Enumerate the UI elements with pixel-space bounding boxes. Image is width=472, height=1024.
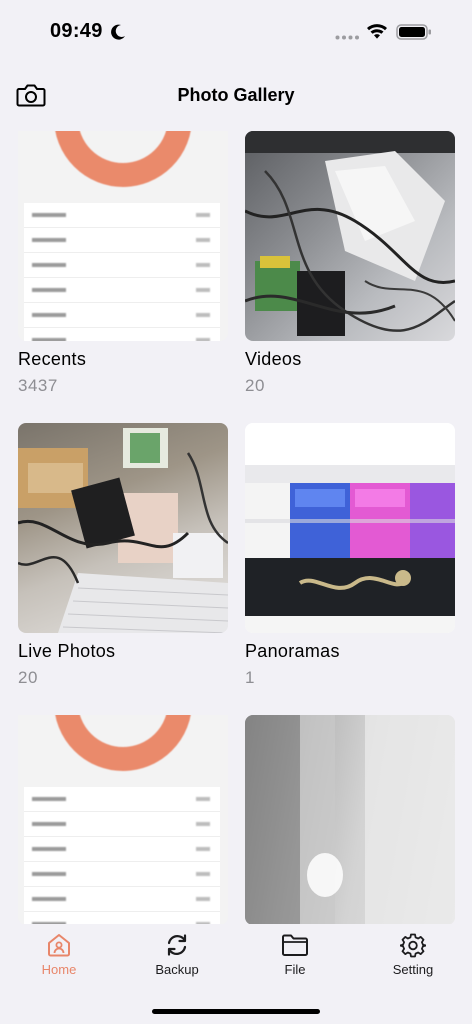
signal-dots-icon [335, 35, 359, 40]
sync-icon [167, 934, 187, 956]
album-title: Videos [245, 349, 302, 369]
album-title: Live Photos [18, 641, 116, 661]
album-photo[interactable] [245, 715, 455, 925]
album-count: 20 [245, 376, 265, 395]
desk-photo [18, 428, 228, 633]
album-count: 3437 [18, 376, 58, 395]
gear-icon [400, 933, 426, 958]
album-thumbnail [245, 131, 455, 341]
album-thumbnail [18, 423, 228, 633]
moon-icon [111, 24, 125, 40]
battery-icon [396, 24, 431, 40]
album-title: Recents [18, 349, 87, 369]
wifi-icon [367, 24, 387, 39]
header: Photo Gallery [0, 72, 472, 122]
tab-backup[interactable]: Backup [118, 932, 236, 988]
tab-label: Home [41, 962, 77, 977]
cables-photo [245, 131, 455, 336]
album-count: 1 [245, 668, 255, 687]
status-bar: 09:49 [0, 0, 472, 64]
album-title: Panoramas [245, 641, 340, 661]
tab-setting[interactable]: Setting [354, 932, 472, 988]
settings-list-image [24, 203, 220, 341]
album-thumbnail [245, 423, 455, 633]
home-icon [48, 934, 70, 957]
album-live-photos[interactable]: Live Photos 20 [18, 423, 228, 688]
album-recents[interactable]: Recents 3437 [18, 131, 228, 396]
tab-home[interactable]: Home [0, 932, 118, 988]
folder-icon [282, 934, 308, 956]
home-indicator [152, 1009, 320, 1014]
album-videos[interactable]: Videos 20 [245, 131, 455, 396]
tab-label: File [284, 962, 306, 977]
donut-chart-image [54, 131, 192, 187]
album-panoramas[interactable]: Panoramas 1 [245, 423, 455, 688]
blurry-photo [245, 715, 455, 925]
status-time: 09:49 [50, 20, 103, 42]
album-thumbnail [18, 715, 228, 925]
page-title: Photo Gallery [177, 85, 295, 105]
tab-file[interactable]: File [236, 932, 354, 988]
album-thumbnail [18, 131, 228, 341]
tab-label: Setting [392, 962, 434, 977]
settings-list-image [24, 787, 220, 925]
ribbon-box-photo [245, 423, 455, 633]
album-thumbnail [245, 715, 455, 925]
donut-chart-image [54, 715, 192, 771]
album-count: 20 [18, 668, 38, 687]
album-screenshots[interactable] [18, 715, 228, 925]
tab-label: Backup [155, 962, 199, 977]
